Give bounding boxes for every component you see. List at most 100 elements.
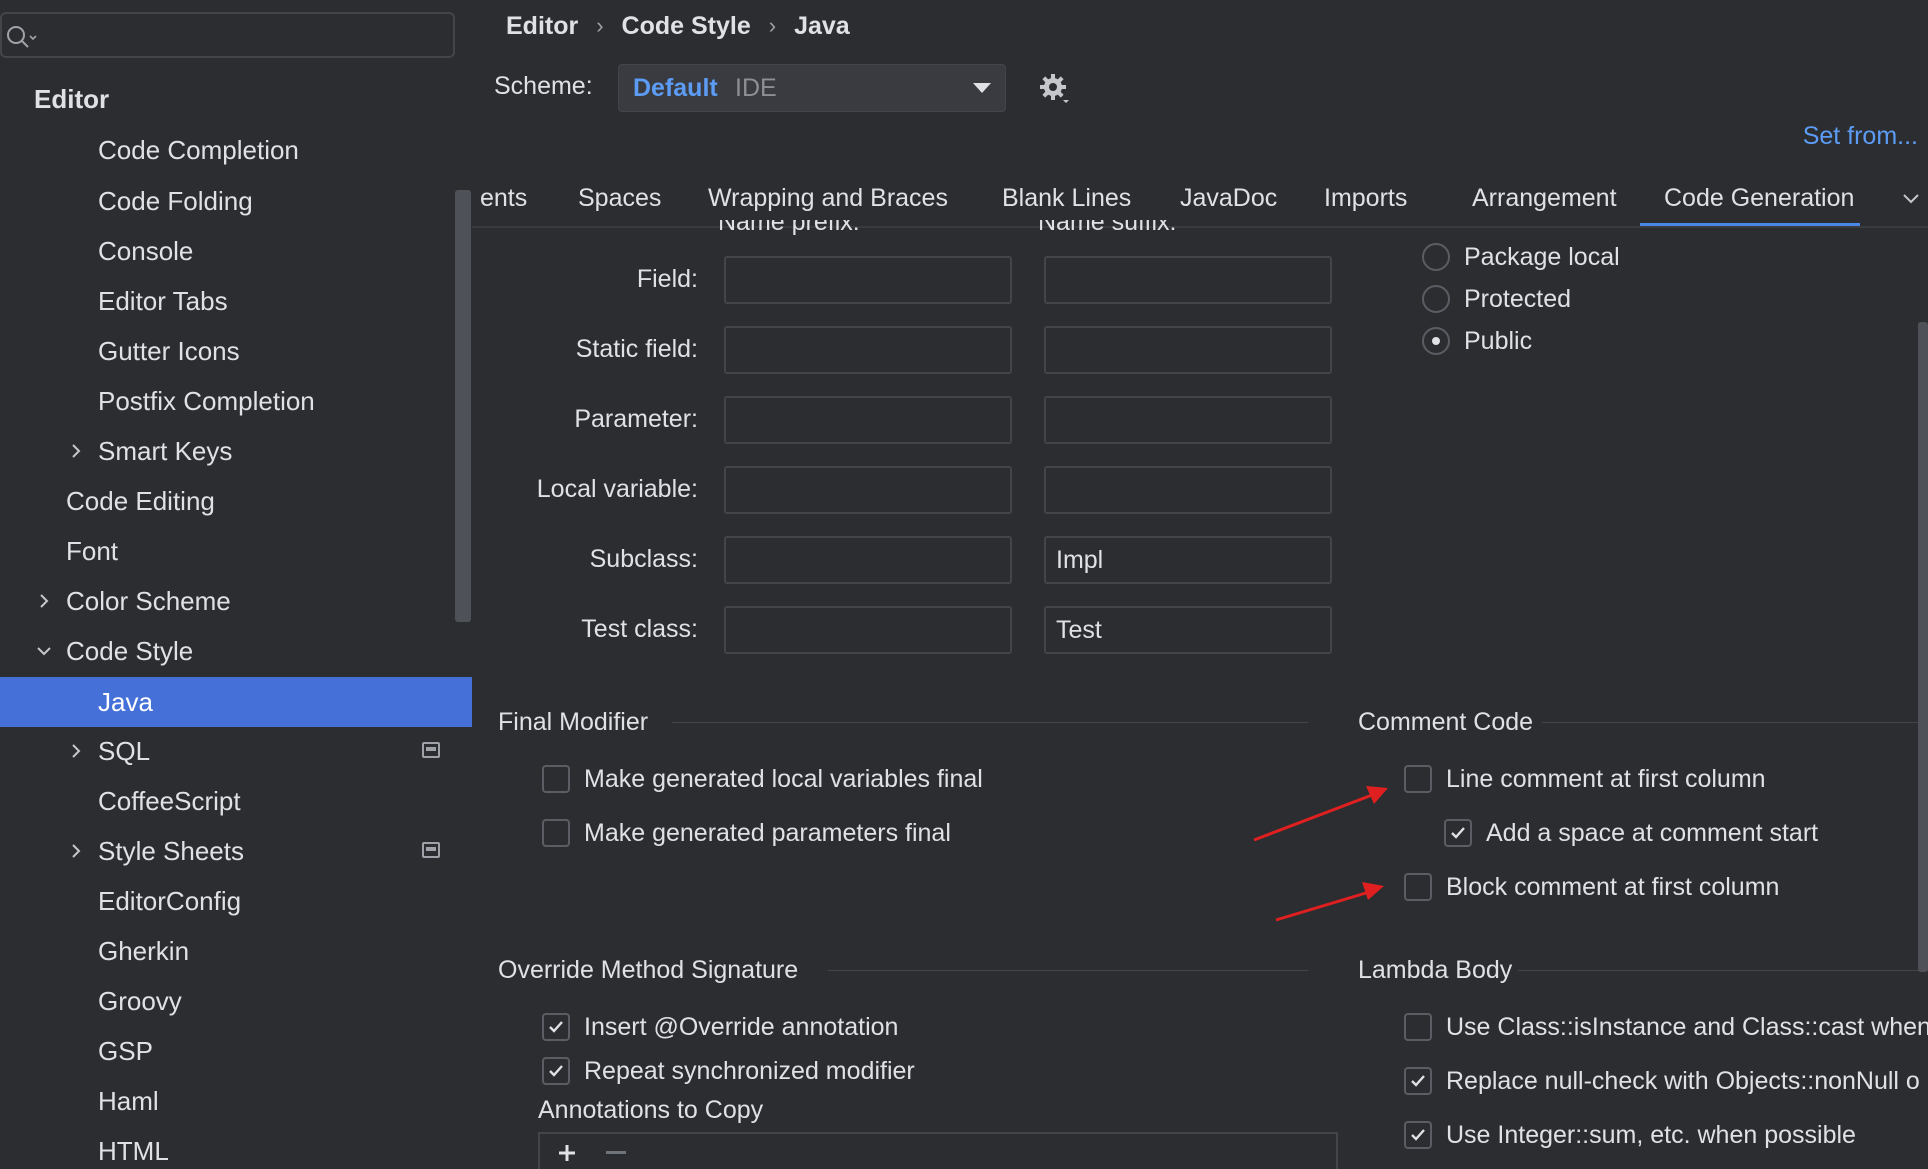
static-field-prefix-input[interactable] xyxy=(724,326,1012,374)
parameter-suffix-input[interactable] xyxy=(1044,396,1332,444)
sidebar-item-label: SQL xyxy=(98,735,151,766)
static-field-suffix-input[interactable] xyxy=(1044,326,1332,374)
sidebar-item-label: Font xyxy=(66,535,119,566)
test-class-suffix-input[interactable]: Test xyxy=(1044,606,1332,654)
sidebar-item-java[interactable]: Java xyxy=(0,677,472,727)
package-local-label: Package local xyxy=(1464,243,1620,271)
annotations-list[interactable] xyxy=(538,1132,1338,1169)
insert-override-label: Insert @Override annotation xyxy=(584,1013,899,1041)
scheme-suffix: IDE xyxy=(735,74,777,102)
sidebar-item-label: Console xyxy=(98,235,194,266)
add-icon[interactable] xyxy=(556,1142,578,1164)
tab-code-generation[interactable]: Code Generation xyxy=(1639,175,1861,227)
sidebar-item-gherkin[interactable]: Gherkin xyxy=(0,926,472,976)
sidebar-item-postfix-completion[interactable]: Postfix Completion xyxy=(0,376,472,426)
repeat-synchronized-checkbox[interactable] xyxy=(542,1057,570,1085)
public-radio[interactable] xyxy=(1422,327,1450,355)
protected-label: Protected xyxy=(1464,285,1572,313)
insert-override-checkbox[interactable] xyxy=(542,1013,570,1041)
final-local-variables-label: Make generated local variables final xyxy=(584,765,983,793)
chevron-down-icon[interactable] xyxy=(36,643,52,659)
subclass-prefix-input[interactable] xyxy=(724,536,1012,584)
settings-window: Editor Code Completion Code Folding Cons… xyxy=(0,0,1928,1169)
field-prefix-input[interactable] xyxy=(724,256,1012,304)
tab-imports[interactable]: Imports xyxy=(1324,175,1407,227)
sidebar-item-color-scheme[interactable]: Color Scheme xyxy=(0,576,472,626)
sidebar-item-console[interactable]: Console xyxy=(0,226,472,276)
protected-radio[interactable] xyxy=(1422,285,1450,313)
block-comment-first-column-checkbox[interactable] xyxy=(1404,873,1432,901)
sidebar-item-label: Java xyxy=(98,686,153,717)
tab-wrapping-and-braces[interactable]: Wrapping and Braces xyxy=(708,175,948,227)
search-icon[interactable] xyxy=(4,23,38,51)
breadcrumb: Editor › Code Style › Java xyxy=(506,10,850,42)
objects-nonnull-label: Replace null-check with Objects::nonNull… xyxy=(1446,1067,1920,1095)
set-from-link[interactable]: Set from... xyxy=(1803,122,1918,151)
sidebar-item-coffeescript[interactable]: CoffeeScript xyxy=(0,776,472,826)
chevron-right-icon[interactable] xyxy=(68,443,84,459)
gear-icon[interactable] xyxy=(1038,72,1072,106)
sidebar-scrollbar[interactable] xyxy=(455,190,471,622)
sidebar-item-code-editing[interactable]: Code Editing xyxy=(0,476,472,526)
sidebar-item-style-sheets[interactable]: Style Sheets xyxy=(0,826,472,876)
sidebar-item-label: Style Sheets xyxy=(98,835,244,866)
sidebar-item-label: Postfix Completion xyxy=(98,385,315,416)
breadcrumb-item[interactable]: Code Style xyxy=(622,12,751,41)
remove-icon[interactable] xyxy=(606,1151,626,1154)
tab-arrangement[interactable]: Arrangement xyxy=(1472,175,1617,227)
static-field-label: Static field: xyxy=(575,335,698,363)
tab-indents[interactable]: ents xyxy=(480,175,527,227)
sidebar-item-label: Editor Tabs xyxy=(98,285,228,316)
sidebar-item-html[interactable]: HTML xyxy=(0,1126,472,1169)
sidebar-item-code-folding[interactable]: Code Folding xyxy=(0,176,472,226)
annotations-to-copy-label: Annotations to Copy xyxy=(538,1096,764,1124)
sidebar-item-smart-keys[interactable]: Smart Keys xyxy=(0,426,472,476)
sidebar-item-editorconfig[interactable]: EditorConfig xyxy=(0,876,472,926)
sidebar-item-label: Haml xyxy=(98,1085,159,1116)
sidebar-item-haml[interactable]: Haml xyxy=(0,1076,472,1126)
lambda-body-title: Lambda Body xyxy=(1358,956,1513,984)
integer-sum-checkbox[interactable] xyxy=(1404,1121,1432,1149)
sidebar-item-gutter-icons[interactable]: Gutter Icons xyxy=(0,326,472,376)
final-parameters-checkbox[interactable] xyxy=(542,819,570,847)
section-divider xyxy=(672,722,1308,723)
sidebar-item-editor-tabs[interactable]: Editor Tabs xyxy=(0,276,472,326)
sidebar-item-label: GSP xyxy=(98,1035,153,1066)
sidebar-item-groovy[interactable]: Groovy xyxy=(0,976,472,1026)
tab-spaces[interactable]: Spaces xyxy=(578,175,661,227)
checkmark-icon xyxy=(1411,1129,1425,1141)
tab-javadoc[interactable]: JavaDoc xyxy=(1180,175,1277,227)
final-local-variables-checkbox[interactable] xyxy=(542,765,570,793)
chevron-down-icon[interactable] xyxy=(1902,189,1920,207)
field-suffix-input[interactable] xyxy=(1044,256,1332,304)
sidebar-item-sql[interactable]: SQL xyxy=(0,726,472,776)
sidebar-item-code-completion[interactable]: Code Completion xyxy=(0,125,472,175)
sidebar-item-gsp[interactable]: GSP xyxy=(0,1026,472,1076)
settings-search-input[interactable] xyxy=(0,12,455,58)
objects-nonnull-checkbox[interactable] xyxy=(1404,1067,1432,1095)
sidebar-item-label: Groovy xyxy=(98,985,182,1016)
class-isinstance-checkbox[interactable] xyxy=(1404,1013,1432,1041)
local-variable-prefix-input[interactable] xyxy=(724,466,1012,514)
class-isinstance-label: Use Class::isInstance and Class::cast wh… xyxy=(1446,1013,1928,1041)
final-modifier-title: Final Modifier xyxy=(498,708,649,736)
breadcrumb-item[interactable]: Editor xyxy=(506,12,578,41)
sidebar-item-code-style[interactable]: Code Style xyxy=(0,626,472,676)
space-at-comment-start-checkbox[interactable] xyxy=(1444,819,1472,847)
line-comment-first-column-checkbox[interactable] xyxy=(1404,765,1432,793)
sidebar-item-font[interactable]: Font xyxy=(0,526,472,576)
local-variable-suffix-input[interactable] xyxy=(1044,466,1332,514)
package-local-radio[interactable] xyxy=(1422,243,1450,271)
parameter-prefix-input[interactable] xyxy=(724,396,1012,444)
tab-blank-lines[interactable]: Blank Lines xyxy=(1002,175,1131,227)
breadcrumb-separator: › xyxy=(596,13,604,38)
chevron-right-icon[interactable] xyxy=(68,743,84,759)
sidebar-item-label: Code Style xyxy=(66,635,194,666)
test-class-prefix-input[interactable] xyxy=(724,606,1012,654)
chevron-right-icon[interactable] xyxy=(68,843,84,859)
scheme-dropdown[interactable]: Default IDE xyxy=(618,64,1006,112)
chevron-right-icon[interactable] xyxy=(36,593,52,609)
content-scrollbar[interactable] xyxy=(1918,322,1928,972)
subclass-suffix-input[interactable]: Impl xyxy=(1044,536,1332,584)
sidebar-item-editor[interactable]: Editor xyxy=(0,74,472,124)
